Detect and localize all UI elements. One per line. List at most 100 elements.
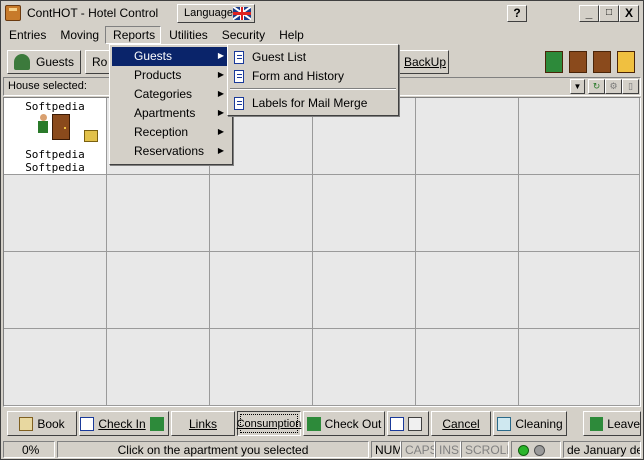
- document-icon: [234, 51, 244, 64]
- room-door-icon[interactable]: [569, 51, 587, 73]
- menu-utilities[interactable]: Utilities: [161, 26, 214, 44]
- maximize-button[interactable]: □: [599, 5, 619, 22]
- minimize-button[interactable]: _: [579, 5, 599, 22]
- apartment-cell[interactable]: [416, 98, 519, 175]
- apartment-cell[interactable]: [313, 252, 416, 329]
- house-label: House selected:: [8, 80, 87, 92]
- apartment-cell[interactable]: [210, 329, 313, 406]
- leave-button[interactable]: Leave: [583, 411, 641, 436]
- chevron-down-icon[interactable]: ▼: [570, 79, 585, 94]
- guests-icon: [14, 54, 30, 70]
- apartment-cell[interactable]: [416, 329, 519, 406]
- apartment-cell[interactable]: [107, 252, 210, 329]
- help-button[interactable]: ?: [507, 5, 527, 22]
- book-button[interactable]: Book: [7, 411, 77, 436]
- checkout-button[interactable]: Check Out: [303, 411, 385, 436]
- guests-button[interactable]: Guests: [7, 50, 81, 74]
- submenu-labels-mail-merge[interactable]: Labels for Mail Merge: [230, 94, 396, 113]
- status-leds: [511, 441, 561, 458]
- tool-icon[interactable]: ▯: [622, 79, 639, 94]
- backup-button[interactable]: BackUp: [397, 50, 449, 74]
- rooms-button[interactable]: Ro: [85, 50, 111, 74]
- reports-menu-products[interactable]: Products ▶: [112, 66, 230, 85]
- apartment-cell[interactable]: [210, 252, 313, 329]
- apartment-cell[interactable]: [519, 329, 640, 406]
- checkin-door-icon[interactable]: [545, 51, 563, 73]
- apartment-cell[interactable]: [210, 175, 313, 252]
- exit-door-icon[interactable]: [617, 51, 635, 73]
- leave-label: Leave: [607, 416, 640, 431]
- reports-menu-reception[interactable]: Reception ▶: [112, 123, 230, 142]
- num-lock-indicator: NUM: [371, 441, 401, 458]
- notes-button[interactable]: [387, 411, 429, 436]
- submenu-form-history-label: Form and History: [252, 69, 345, 83]
- uk-flag-icon: [233, 7, 251, 20]
- bottom-toolbar: Book Check In Links Consumption Check Ou…: [1, 409, 643, 439]
- submenu-guest-list-label: Guest List: [252, 50, 307, 64]
- book-label: Book: [37, 416, 65, 431]
- apartment-cell[interactable]: [519, 175, 640, 252]
- document-icon: [234, 97, 244, 110]
- gray-led-icon: [534, 445, 545, 456]
- checkin-door-icon: [149, 416, 164, 431]
- menu-separator: [230, 88, 396, 90]
- close-button[interactable]: X: [619, 5, 639, 22]
- links-button[interactable]: Links: [171, 411, 235, 436]
- consumption-label: Consumption: [236, 417, 302, 430]
- progress-percent: 0%: [3, 441, 55, 458]
- cell-line-3: Softpedia: [25, 161, 85, 174]
- apartment-cell[interactable]: [519, 98, 640, 175]
- book-icon: [19, 416, 34, 431]
- menu-help[interactable]: Help: [271, 26, 310, 44]
- person-icon: [38, 114, 48, 136]
- reports-menu-apartments[interactable]: Apartments ▶: [112, 104, 230, 123]
- status-message: Click on the apartment you selected: [57, 441, 369, 458]
- submenu-form-history[interactable]: Form and History: [230, 67, 396, 86]
- menu-security[interactable]: Security: [214, 26, 271, 44]
- checkin-button[interactable]: Check In: [79, 411, 169, 436]
- apartment-cell[interactable]: [519, 252, 640, 329]
- apartment-cell[interactable]: [313, 175, 416, 252]
- reports-menu-reservations[interactable]: Reservations ▶: [112, 142, 230, 161]
- language-label: Language: [184, 7, 233, 19]
- cell-line-1: Softpedia: [25, 100, 85, 113]
- settings-icon[interactable]: ⚙: [605, 79, 622, 94]
- reports-menu-apartments-label: Apartments: [134, 106, 196, 120]
- submenu-labels-mail-merge-label: Labels for Mail Merge: [252, 96, 368, 110]
- reports-menu-categories[interactable]: Categories ▶: [112, 85, 230, 104]
- apartment-cell[interactable]: [416, 252, 519, 329]
- cleaning-button[interactable]: Cleaning: [493, 411, 567, 436]
- apartment-cell[interactable]: [4, 252, 107, 329]
- checkin-label: Check In: [98, 416, 146, 431]
- window-title: ContHOT - Hotel Control: [27, 6, 159, 20]
- calendar-icon: [80, 416, 95, 431]
- submenu-guest-list[interactable]: Guest List: [230, 48, 396, 67]
- refresh-icon[interactable]: ↻: [588, 79, 605, 94]
- apartment-cell[interactable]: [4, 329, 107, 406]
- app-icon: [5, 5, 21, 21]
- apartment-cell[interactable]: [313, 329, 416, 406]
- menu-reports[interactable]: Reports: [105, 26, 162, 44]
- checkout-door-icon: [306, 416, 321, 431]
- cancel-button[interactable]: Cancel: [431, 411, 491, 436]
- checkout-door-icon[interactable]: [593, 51, 611, 73]
- reports-menu-guests[interactable]: Guests ▶: [112, 47, 230, 66]
- apartment-cell[interactable]: [4, 175, 107, 252]
- apartment-cell[interactable]: [107, 175, 210, 252]
- guests-label: Guests: [35, 55, 74, 69]
- caps-lock-indicator: CAPS: [401, 441, 435, 458]
- main-window: ContHOT - Hotel Control Language ? _ □ X…: [0, 0, 644, 460]
- reports-menu-reservations-label: Reservations: [134, 144, 205, 158]
- cleaning-icon: [497, 416, 512, 431]
- apartment-cell[interactable]: [107, 329, 210, 406]
- reports-menu-guests-label: Guests: [134, 49, 173, 63]
- menu-moving[interactable]: Moving: [52, 26, 105, 44]
- menu-entries[interactable]: Entries: [1, 26, 52, 44]
- apartment-cell[interactable]: [416, 175, 519, 252]
- submenu-arrow-icon: ▶: [217, 70, 224, 79]
- consumption-button[interactable]: Consumption: [237, 411, 301, 436]
- apartment-cell[interactable]: Softpedia Softpedia Softpedia: [4, 98, 107, 175]
- language-button[interactable]: Language: [177, 4, 255, 23]
- status-bar: 0% Click on the apartment you selected N…: [1, 440, 643, 460]
- rooms-label: Ro: [92, 55, 108, 69]
